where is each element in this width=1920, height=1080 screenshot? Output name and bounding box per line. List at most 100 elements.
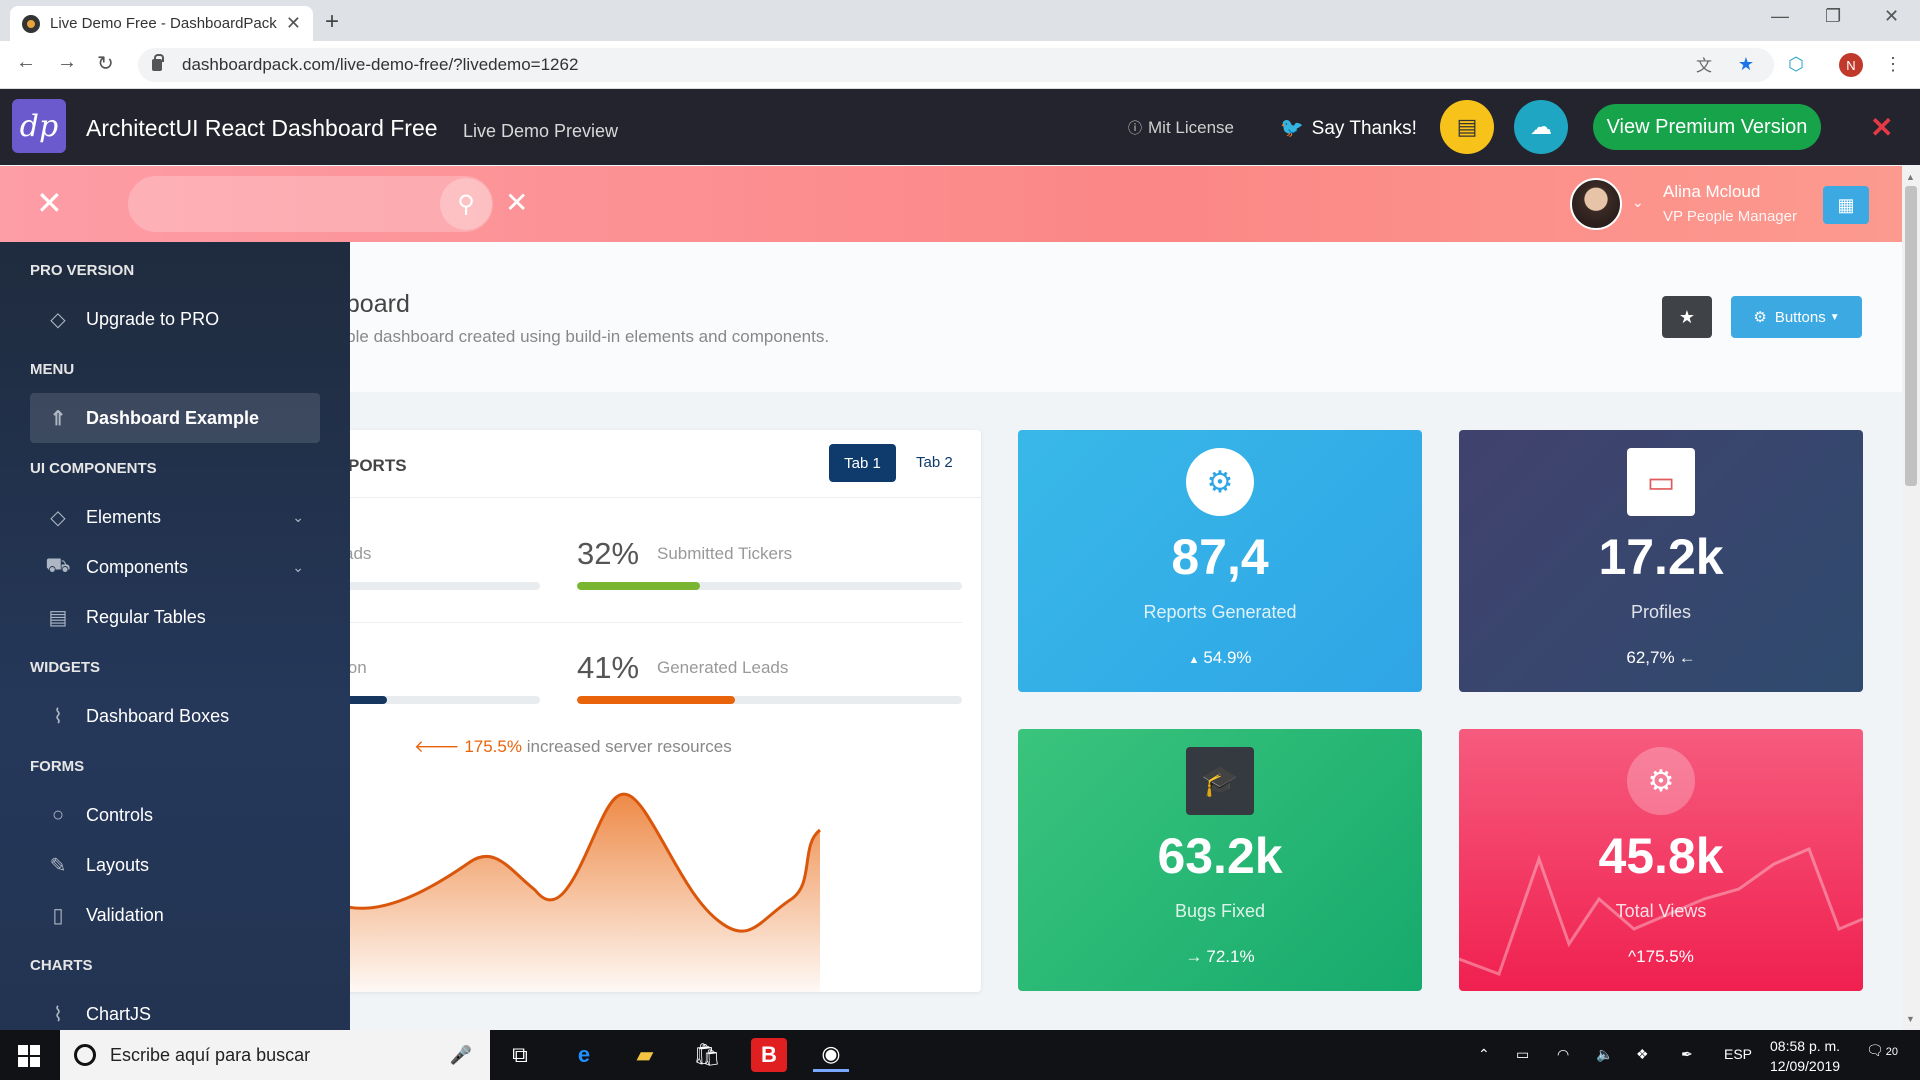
server-label: increased server resources <box>521 737 732 756</box>
language-indicator[interactable]: ESP <box>1724 1046 1752 1062</box>
sidebar-item-upgrade[interactable]: ◇ Upgrade to PRO <box>30 294 320 344</box>
calendar-button[interactable]: ▦ <box>1823 186 1869 224</box>
close-tab-icon[interactable]: ✕ <box>286 13 301 34</box>
scroll-down-arrow[interactable]: ▼ <box>1906 1014 1915 1024</box>
stat-change-value: 72.1% <box>1206 947 1255 966</box>
sidebar-item-layouts[interactable]: ✎ Layouts <box>30 840 320 890</box>
user-role: VP People Manager <box>1663 208 1797 225</box>
minimize-button[interactable]: — <box>1771 6 1789 27</box>
twitter-icon: 🐦 <box>1280 118 1304 139</box>
progress-fill <box>577 582 701 590</box>
translate-icon[interactable]: 文 <box>1691 51 1717 77</box>
windows-start-icon[interactable] <box>18 1045 40 1067</box>
card-header: PORTS Tab 1 Tab 2 <box>280 430 981 498</box>
sidebar-item-dashboard[interactable]: ⇑ Dashboard Example <box>30 393 320 443</box>
dropbox-icon[interactable]: ❖ <box>1636 1046 1649 1063</box>
sidebar-item-label: Elements <box>86 506 162 527</box>
back-button[interactable]: ← <box>16 51 36 74</box>
store-icon[interactable]: 🛍 <box>689 1038 725 1072</box>
sidebar-item-elements[interactable]: ◇ Elements ⌄ <box>30 492 320 542</box>
search-input[interactable] <box>128 176 493 232</box>
arrow-left-icon: ← <box>1678 648 1696 667</box>
extension-icon[interactable]: ⬡ <box>1783 51 1809 77</box>
tray-chevron-icon[interactable]: ⌃ <box>1478 1046 1490 1063</box>
chevron-down-icon: ⌄ <box>292 508 304 525</box>
microphone-icon[interactable]: 🎤 <box>450 1045 472 1066</box>
dp-logo[interactable]: dp <box>12 99 66 153</box>
docs-button[interactable]: ▤ <box>1440 100 1494 154</box>
progress-percent: 41% <box>577 650 640 685</box>
sidebar-item-label: Validation <box>86 904 164 925</box>
sidebar-item-label: Regular Tables <box>86 606 206 627</box>
sidebar-item-validation[interactable]: ▯ Validation <box>30 890 320 940</box>
sidebar-item-components[interactable]: ⛟ Components ⌄ <box>30 542 320 592</box>
clock-time: 08:58 p. m. <box>1770 1038 1841 1054</box>
reports-card: PORTS Tab 1 Tab 2 ads 32% Submitted Tick… <box>280 430 981 992</box>
star-icon: ★ <box>1678 306 1696 327</box>
browser-tab[interactable]: Live Demo Free - DashboardPack ✕ <box>10 6 313 41</box>
diamond-icon: ◇ <box>50 308 66 331</box>
notifications-icon[interactable]: 🗨 20 <box>1866 1042 1898 1059</box>
license-link[interactable]: ⓘ Mit License <box>1128 118 1234 138</box>
profile-avatar[interactable]: N <box>1839 53 1863 77</box>
search-clear-icon[interactable]: ✕ <box>505 186 528 219</box>
business-icon: ⚙ <box>1753 309 1767 326</box>
file-explorer-icon[interactable]: ▰ <box>627 1038 663 1072</box>
arrow-right-icon: → <box>1185 947 1203 966</box>
stat-tile-bugs: 🎓 63.2k Bugs Fixed → 72.1% <box>1018 729 1422 991</box>
tab-2[interactable]: Tab 2 <box>916 454 953 471</box>
buttons-dropdown[interactable]: ⚙ Buttons ▼ <box>1731 296 1862 338</box>
taskbar-search[interactable]: Escribe aquí para buscar 🎤 <box>60 1030 490 1080</box>
sidebar-item-tables[interactable]: ▤ Regular Tables <box>30 592 320 642</box>
tab-1[interactable]: Tab 1 <box>829 444 896 482</box>
restore-button[interactable]: ❐ <box>1825 6 1841 27</box>
sidebar-item-dashboard-boxes[interactable]: ⌇ Dashboard Boxes <box>30 691 320 741</box>
task-view-icon[interactable]: ⧉ <box>502 1038 538 1072</box>
question-icon: ⓘ <box>1128 120 1142 136</box>
wifi-icon[interactable]: ◠ <box>1557 1046 1569 1063</box>
chevron-down-icon[interactable]: ⌄ <box>1632 194 1644 211</box>
volume-icon[interactable]: 🔈 <box>1596 1046 1613 1063</box>
forward-button[interactable]: → <box>57 51 77 74</box>
scroll-up-arrow[interactable]: ▲ <box>1906 172 1915 182</box>
bookmark-star-icon[interactable]: ★ <box>1733 51 1759 77</box>
progress-label: Submitted Tickers <box>657 544 793 563</box>
sidebar-section-title: CHARTS <box>30 957 93 974</box>
clock[interactable]: 08:58 p. m. 12/09/2019 <box>1770 1036 1840 1076</box>
favorite-button[interactable]: ★ <box>1662 296 1712 338</box>
pencil-icon: ✎ <box>49 854 67 877</box>
buttons-label: Buttons <box>1774 308 1826 326</box>
sidebar-item-controls[interactable]: ○ Controls <box>30 790 320 840</box>
browser-menu-icon[interactable]: ⋮ <box>1880 51 1906 77</box>
close-demo-icon[interactable]: ✕ <box>1870 111 1893 144</box>
graph-icon: ⌇ <box>53 705 63 728</box>
omnibox[interactable]: dashboardpack.com/live-demo-free/?livede… <box>138 48 1774 82</box>
scrollbar-thumb[interactable] <box>1905 186 1917 486</box>
graduation-cap-icon: 🎓 <box>1186 747 1254 815</box>
caret-down-icon: ▼ <box>1829 311 1840 323</box>
chrome-icon[interactable]: ◉ <box>813 1038 849 1072</box>
download-button[interactable]: ☁ <box>1514 100 1568 154</box>
view-premium-button[interactable]: View Premium Version <box>1593 104 1821 150</box>
rocket-icon: ⇑ <box>49 407 67 430</box>
close-window-button[interactable]: ✕ <box>1884 6 1899 27</box>
stat-value: 63.2k <box>1157 828 1283 884</box>
battery-icon[interactable]: ▭ <box>1516 1046 1529 1063</box>
new-tab-button[interactable]: + <box>325 8 339 36</box>
edge-icon[interactable]: e <box>566 1038 602 1072</box>
newspaper-icon: ▤ <box>1456 114 1478 139</box>
sidebar-section-title: FORMS <box>30 758 85 775</box>
brave-icon[interactable]: B <box>751 1038 787 1072</box>
avatar[interactable] <box>1570 178 1622 230</box>
sidebar-item-label: Controls <box>86 804 154 825</box>
search-icon[interactable]: ⚲ <box>440 178 492 230</box>
user-name: Alina Mcloud <box>1663 182 1761 201</box>
stat-change: ^175.5% <box>1459 947 1863 967</box>
menu-close-icon[interactable]: ✕ <box>36 184 63 222</box>
stat-label: Total Views <box>1615 901 1707 921</box>
reload-button[interactable]: ↻ <box>97 51 114 76</box>
sidebar: PRO VERSION ◇ Upgrade to PRO MENU ⇑ Dashbo… <box>0 242 350 1030</box>
say-thanks-link[interactable]: 🐦 Say Thanks! <box>1280 116 1417 140</box>
progress-label: Generated Leads <box>657 658 789 677</box>
pen-icon[interactable]: ✒ <box>1681 1046 1693 1063</box>
